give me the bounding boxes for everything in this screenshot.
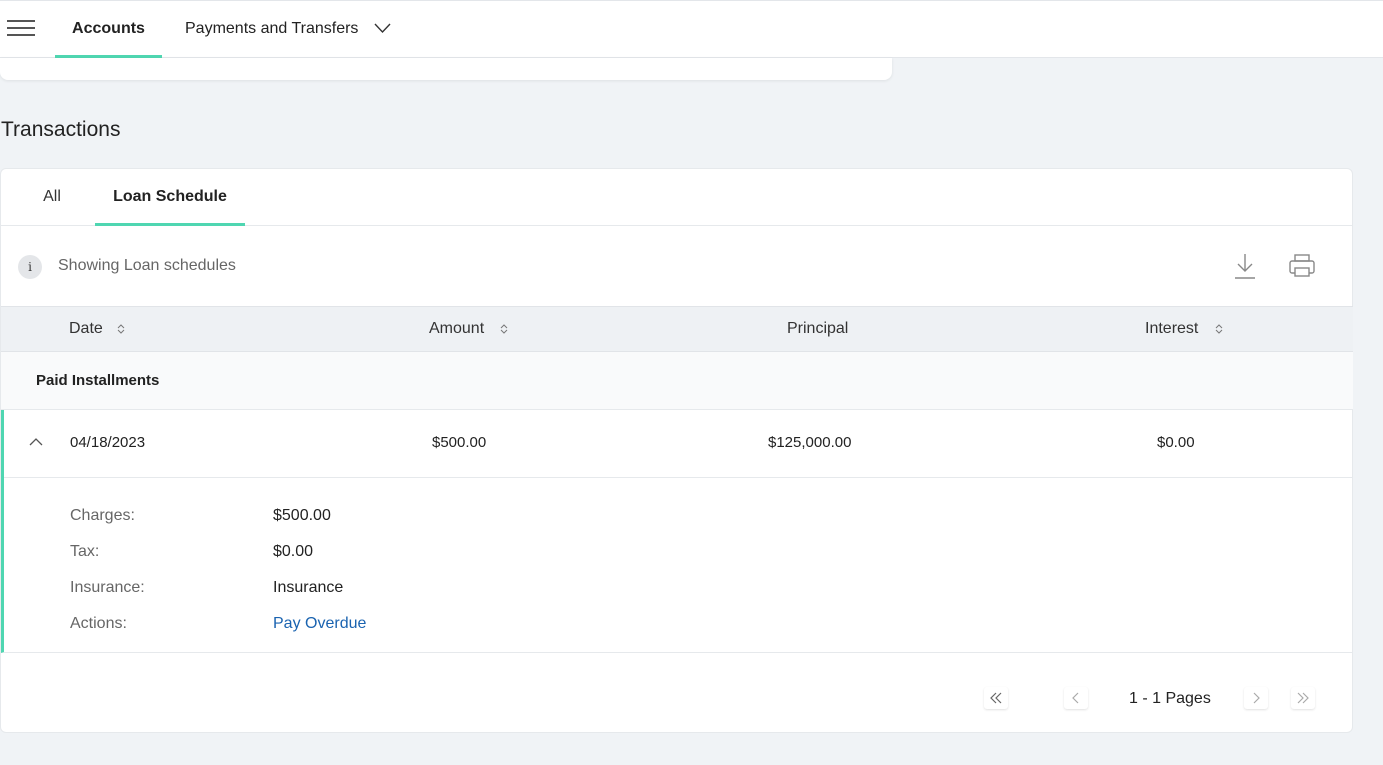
tab-loan-schedule[interactable]: Loan Schedule [95, 169, 245, 226]
table-row-summary[interactable]: 04/18/2023 $500.00 $125,000.00 $0.00 [4, 410, 1353, 478]
nav-tab-accounts[interactable]: Accounts [55, 1, 162, 58]
chevron-down-icon[interactable] [374, 22, 391, 34]
hamburger-menu-icon[interactable] [7, 20, 35, 38]
pagination: 1 - 1 Pages [1, 653, 1353, 733]
table-header: Date Amount Principal Interest [1, 306, 1353, 352]
cell-date: 04/18/2023 [70, 434, 146, 451]
sort-icon[interactable] [1215, 323, 1223, 335]
insurance-value: Insurance [273, 579, 344, 596]
column-header-amount[interactable]: Amount [429, 307, 484, 351]
transaction-tabs: All Loan Schedule [1, 169, 1353, 226]
charges-label: Charges: [70, 507, 135, 524]
column-header-interest[interactable]: Interest [1145, 307, 1198, 351]
chevron-up-icon[interactable] [29, 437, 43, 447]
previous-card-bottom [0, 58, 892, 80]
chevron-right-icon [1253, 692, 1260, 704]
table-row: 04/18/2023 $500.00 $125,000.00 $0.00 Cha… [1, 410, 1353, 653]
transactions-card: All Loan Schedule i Showing Loan schedul… [0, 168, 1353, 733]
print-icon[interactable] [1288, 252, 1316, 280]
cell-interest: $0.00 [1157, 434, 1195, 451]
next-page-button[interactable] [1244, 687, 1268, 709]
column-header-date[interactable]: Date [69, 307, 103, 351]
info-text: Showing Loan schedules [58, 257, 236, 274]
pay-overdue-link[interactable]: Pay Overdue [273, 615, 366, 633]
double-chevron-right-icon [1297, 692, 1309, 704]
cell-amount: $500.00 [432, 434, 487, 451]
insurance-label: Insurance: [70, 579, 145, 596]
column-header-principal: Principal [787, 320, 849, 337]
last-page-button[interactable] [1291, 687, 1315, 709]
sort-icon[interactable] [117, 323, 125, 335]
first-page-button[interactable] [984, 687, 1008, 709]
tab-all[interactable]: All [21, 169, 83, 225]
page-indicator: 1 - 1 Pages [1129, 690, 1211, 707]
charges-value: $500.00 [273, 507, 331, 524]
info-icon: i [18, 255, 42, 279]
sort-icon[interactable] [500, 323, 508, 335]
section-title: Transactions [1, 118, 121, 141]
tax-label: Tax: [70, 543, 100, 560]
top-nav: Accounts Payments and Transfers [0, 0, 1383, 58]
info-bar: i Showing Loan schedules [1, 226, 1353, 306]
chevron-left-icon [1072, 692, 1079, 704]
previous-page-button[interactable] [1064, 687, 1088, 709]
actions-label: Actions: [70, 615, 127, 632]
tax-value: $0.00 [273, 543, 314, 560]
download-icon[interactable] [1232, 252, 1258, 280]
nav-tab-payments-and-transfers[interactable]: Payments and Transfers [185, 1, 358, 58]
group-row: Paid Installments [1, 352, 1353, 410]
group-label: Paid Installments [36, 372, 160, 389]
double-chevron-left-icon [990, 692, 1002, 704]
row-details: Charges: $500.00 Tax: $0.00 Insurance: I… [4, 478, 1353, 652]
cell-principal: $125,000.00 [768, 434, 852, 451]
